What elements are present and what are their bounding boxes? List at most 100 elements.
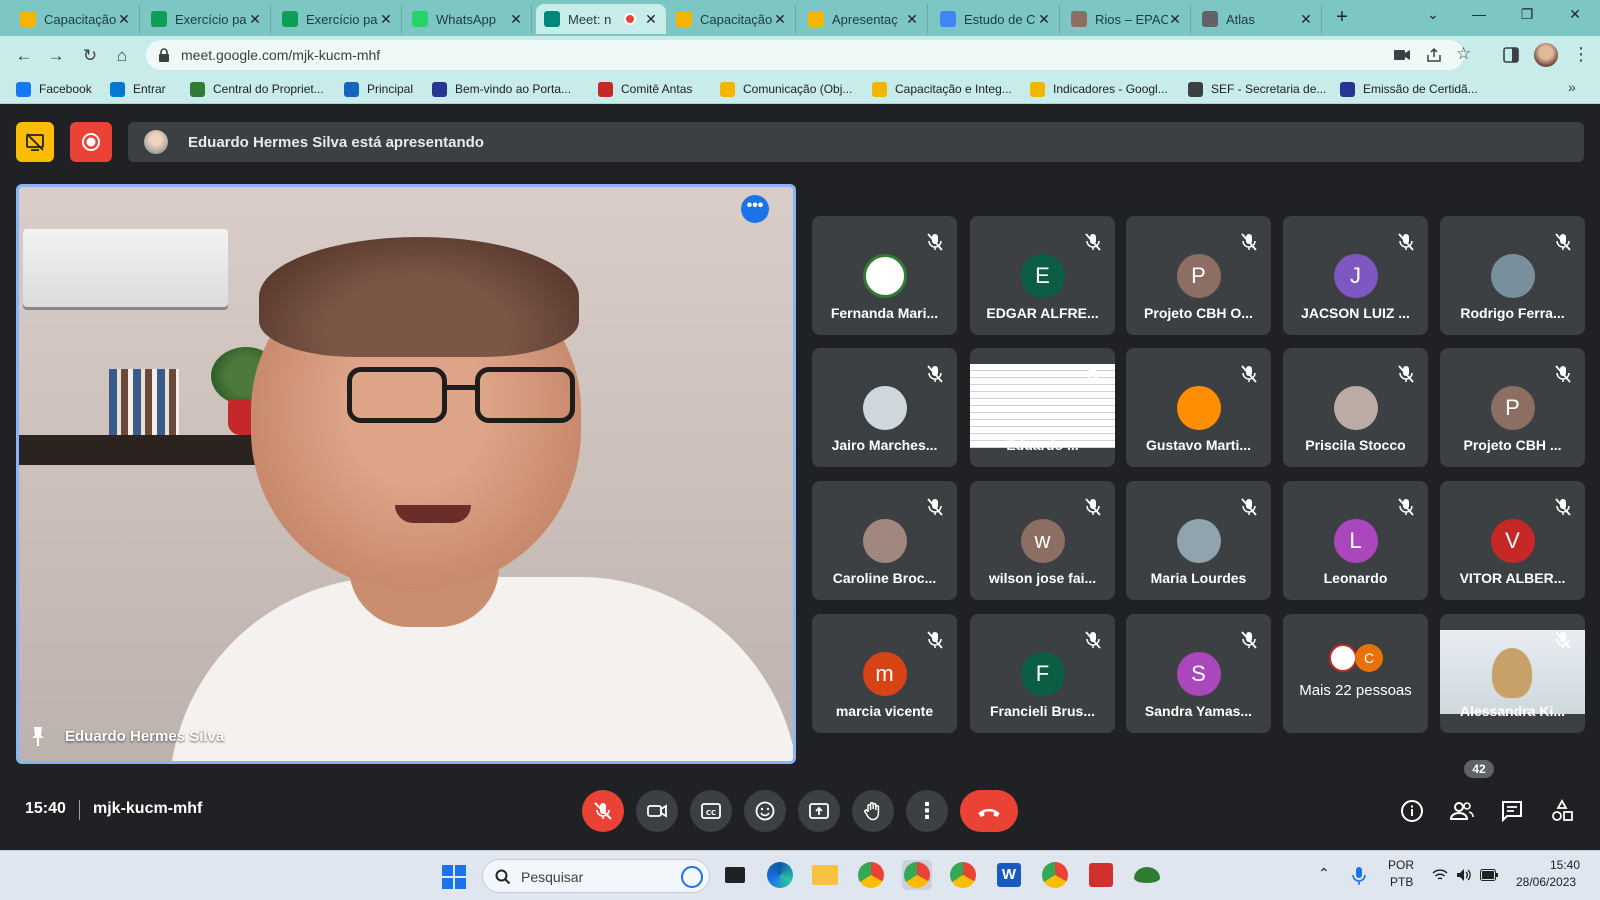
participant-tile[interactable]: Caroline Broc...: [812, 481, 957, 600]
main-speaker-video[interactable]: ••• Eduardo Hermes Silva: [16, 184, 796, 764]
address-bar[interactable]: meet.google.com/mjk-kucm-mhf ☆: [146, 40, 1471, 70]
reactions-button[interactable]: [744, 790, 786, 832]
participant-tile[interactable]: C Mais 22 pessoas: [1283, 614, 1428, 733]
wifi-icon[interactable]: [1432, 868, 1448, 882]
camera-button[interactable]: [636, 790, 678, 832]
home-button[interactable]: ⌂: [110, 44, 134, 68]
participant-tile[interactable]: Alessandra Ki...: [1440, 614, 1585, 733]
show-hidden-icons[interactable]: ⌃: [1318, 865, 1330, 882]
bookmark-item[interactable]: Bem-vindo ao Porta...: [432, 80, 571, 98]
participant-tile[interactable]: S Sandra Yamas...: [1126, 614, 1271, 733]
bookmark-item[interactable]: Emissão de Certidã...: [1340, 80, 1478, 98]
battery-icon[interactable]: [1480, 869, 1498, 881]
reload-button[interactable]: ↻: [78, 44, 102, 68]
participant-tile[interactable]: Rodrigo Ferra...: [1440, 216, 1585, 335]
bookmark-item[interactable]: Facebook: [16, 80, 92, 98]
participant-tile[interactable]: E EDGAR ALFRE...: [970, 216, 1115, 335]
browser-tab[interactable]: Rios – EPAC ✕: [1063, 4, 1191, 34]
chrome-profile-icon[interactable]: [948, 860, 978, 890]
participant-tile[interactable]: L Leonardo: [1283, 481, 1428, 600]
browser-tab[interactable]: Exercício pa ✕: [274, 4, 402, 34]
participant-tile[interactable]: J JACSON LUIZ ...: [1283, 216, 1428, 335]
bookmark-item[interactable]: Central do Propriet...: [190, 80, 324, 98]
participant-tile[interactable]: Maria Lourdes: [1126, 481, 1271, 600]
forward-button[interactable]: →: [44, 44, 68, 68]
app-leaf-icon[interactable]: [1132, 860, 1162, 890]
participant-tile[interactable]: w wilson jose fai...: [970, 481, 1115, 600]
captions-button[interactable]: CC: [690, 790, 732, 832]
acrobat-icon[interactable]: [1086, 860, 1116, 890]
leave-call-button[interactable]: [960, 790, 1018, 832]
bookmark-item[interactable]: Comunicação (Obj...: [720, 80, 852, 98]
share-icon[interactable]: [1426, 47, 1442, 63]
minimize-button[interactable]: —: [1456, 6, 1502, 28]
close-tab-icon[interactable]: ✕: [1299, 11, 1313, 28]
profile-avatar[interactable]: [1534, 43, 1558, 67]
close-tab-icon[interactable]: ✕: [905, 11, 919, 28]
close-tab-icon[interactable]: ✕: [379, 11, 393, 28]
bookmark-item[interactable]: Principal: [344, 80, 413, 98]
participant-tile[interactable]: Eduardo ...: [970, 348, 1115, 467]
meeting-details-button[interactable]: [1394, 793, 1430, 829]
participant-tile[interactable]: V VITOR ALBER...: [1440, 481, 1585, 600]
close-tab-icon[interactable]: ✕: [1037, 11, 1051, 28]
language-indicator[interactable]: POR: [1388, 858, 1414, 872]
browser-tab[interactable]: Apresentaç ✕: [800, 4, 928, 34]
participant-tile[interactable]: F Francieli Brus...: [970, 614, 1115, 733]
participant-tile[interactable]: P Projeto CBH O...: [1126, 216, 1271, 335]
browser-tab[interactable]: Estudo de C ✕: [932, 4, 1060, 34]
bookmark-item[interactable]: SEF - Secretaria de...: [1188, 80, 1326, 98]
chrome-profile-2-icon[interactable]: [1040, 860, 1070, 890]
browser-tab[interactable]: Meet: n ✕: [536, 4, 666, 34]
more-options-button[interactable]: ⋮: [906, 790, 948, 832]
close-tab-icon[interactable]: ✕: [248, 11, 262, 28]
clock-date[interactable]: 28/06/2023: [1516, 875, 1576, 889]
close-tab-icon[interactable]: ✕: [117, 11, 131, 28]
close-tab-icon[interactable]: ✕: [644, 11, 658, 28]
close-tab-icon[interactable]: ✕: [509, 11, 523, 28]
keyboard-layout-indicator[interactable]: PTB: [1390, 875, 1413, 889]
bookmark-item[interactable]: Indicadores - Googl...: [1030, 80, 1168, 98]
raise-hand-button[interactable]: [852, 790, 894, 832]
participant-tile[interactable]: Gustavo Marti...: [1126, 348, 1271, 467]
chat-button[interactable]: [1494, 793, 1530, 829]
close-window-button[interactable]: ✕: [1552, 6, 1598, 28]
participant-options-button[interactable]: •••: [741, 195, 769, 223]
new-tab-button[interactable]: +: [1330, 6, 1354, 30]
participant-tile[interactable]: Fernanda Mari...: [812, 216, 957, 335]
activities-button[interactable]: [1544, 793, 1580, 829]
more-bookmarks-icon[interactable]: »: [1568, 79, 1576, 95]
browser-tab[interactable]: Capacitação ✕: [668, 4, 796, 34]
pin-icon[interactable]: [29, 725, 47, 747]
microphone-tray-icon[interactable]: [1352, 866, 1366, 886]
participant-tile[interactable]: m marcia vicente: [812, 614, 957, 733]
word-icon[interactable]: W: [994, 860, 1024, 890]
edge-icon[interactable]: [765, 860, 795, 890]
maximize-button[interactable]: ❐: [1504, 6, 1550, 28]
recording-button[interactable]: [70, 122, 112, 162]
participant-tile[interactable]: Jairo Marches...: [812, 348, 957, 467]
bookmark-item[interactable]: Capacitação e Integ...: [872, 80, 1012, 98]
participant-tile[interactable]: P Projeto CBH ...: [1440, 348, 1585, 467]
windows-start-icon[interactable]: [442, 865, 466, 889]
bookmark-star-icon[interactable]: ☆: [1456, 44, 1471, 64]
stop-presenting-button[interactable]: [16, 122, 54, 162]
microphone-button[interactable]: [582, 790, 624, 832]
volume-icon[interactable]: [1456, 868, 1472, 882]
camera-indicator-icon[interactable]: [1394, 48, 1410, 62]
participant-tile[interactable]: Priscila Stocco: [1283, 348, 1428, 467]
tab-search-icon[interactable]: ⌄: [1410, 6, 1456, 28]
browser-tab[interactable]: Capacitação ✕: [12, 4, 140, 34]
browser-tab[interactable]: Exercício pa ✕: [143, 4, 271, 34]
task-view-icon[interactable]: [720, 860, 750, 890]
side-panel-icon[interactable]: [1502, 46, 1520, 64]
clock-time[interactable]: 15:40: [1550, 858, 1580, 872]
chrome-profile-active-icon[interactable]: [902, 860, 932, 890]
chrome-icon[interactable]: [856, 860, 886, 890]
bookmark-item[interactable]: Entrar: [110, 80, 166, 98]
taskbar-search-box[interactable]: Pesquisar: [482, 859, 710, 893]
people-button[interactable]: [1444, 793, 1480, 829]
file-explorer-icon[interactable]: [810, 860, 840, 890]
browser-tab[interactable]: Atlas ✕: [1194, 4, 1322, 34]
close-tab-icon[interactable]: ✕: [1168, 11, 1182, 28]
